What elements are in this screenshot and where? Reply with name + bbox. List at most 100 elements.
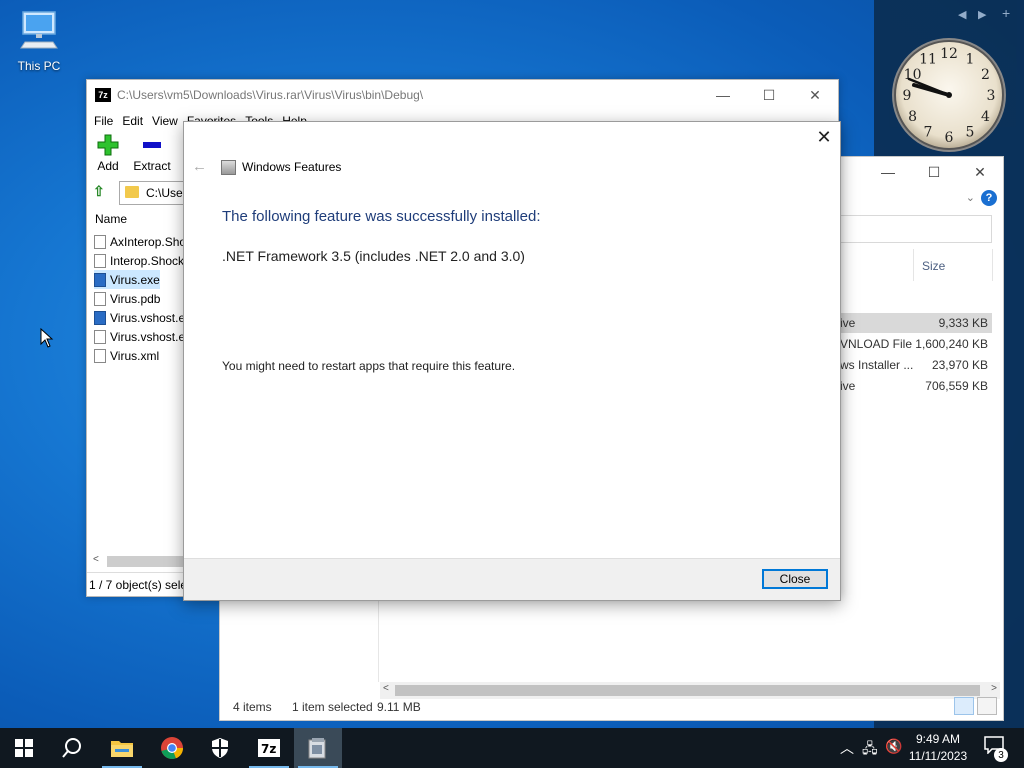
scroll-right-icon[interactable]: > xyxy=(991,683,997,694)
list-item[interactable]: ive 9,333 KB xyxy=(840,313,992,333)
file-name: Virus.vshost.e xyxy=(110,329,186,344)
item-size: 23,970 KB xyxy=(931,358,988,372)
list-item[interactable]: AxInterop.Shoc xyxy=(94,232,192,251)
add-button[interactable]: Add xyxy=(95,134,121,173)
search-input[interactable] xyxy=(840,215,992,243)
list-item[interactable]: VNLOAD File 1,600,240 KB xyxy=(840,334,992,354)
maximize-icon[interactable]: ☐ xyxy=(746,80,792,110)
taskbar-security[interactable] xyxy=(196,728,244,768)
computer-icon xyxy=(20,11,58,49)
details-view-icon[interactable] xyxy=(954,697,974,715)
minus-icon xyxy=(143,142,161,148)
list-item[interactable]: Interop.Shock xyxy=(94,251,184,270)
back-arrow-icon[interactable]: ← xyxy=(192,158,207,175)
extract-label: Extract xyxy=(133,159,171,173)
file-icon xyxy=(94,329,106,344)
scroll-left-icon[interactable]: < xyxy=(93,554,99,565)
clock-gadget[interactable]: 12 1234567891011 xyxy=(890,36,1008,154)
nav-pane-divider xyxy=(378,597,379,682)
clock-date: 11/11/2023 xyxy=(908,749,968,763)
list-item[interactable]: ws Installer ... 23,970 KB xyxy=(840,355,992,375)
extract-button[interactable]: Extract xyxy=(131,134,173,173)
sevenzip-icon: 7z xyxy=(258,739,280,757)
folder-icon xyxy=(111,741,133,757)
list-item[interactable]: Virus.vshost.e xyxy=(94,327,185,346)
plus-icon xyxy=(97,134,119,156)
clock-number: 3 xyxy=(987,88,996,104)
minimize-icon[interactable]: — xyxy=(700,80,746,110)
chevron-up-icon[interactable]: ︿ xyxy=(840,738,854,758)
item-type: ive xyxy=(840,316,856,330)
list-item[interactable]: Virus.vshost.e xyxy=(94,308,185,327)
windows-logo-icon xyxy=(15,739,33,757)
network-icon[interactable]: 🖧 xyxy=(862,738,878,762)
gadget-prev-icon[interactable]: ◀ xyxy=(958,8,966,21)
taskbar-clock[interactable]: 9:49 AM 11/11/2023 xyxy=(902,731,974,765)
list-item[interactable]: ive 706,559 KB xyxy=(840,376,992,396)
close-button[interactable]: Close xyxy=(762,569,828,589)
list-item[interactable]: Virus.exe xyxy=(94,270,160,289)
item-type: ive xyxy=(840,379,856,393)
close-icon[interactable]: ✕ xyxy=(814,126,834,148)
taskbar-chrome[interactable] xyxy=(148,728,196,768)
exe-file-icon xyxy=(94,310,106,325)
file-name: Interop.Shock xyxy=(110,253,185,268)
clock-number: 12 xyxy=(940,46,958,62)
start-button[interactable] xyxy=(0,728,48,768)
clock-number: 8 xyxy=(908,109,917,125)
taskbar: 7z ︿ 🖧 🔇 9:49 AM 11/11/2023 3 xyxy=(0,728,1024,768)
action-center-button[interactable]: 3 xyxy=(984,736,1008,762)
list-item[interactable]: Virus.pdb xyxy=(94,289,160,308)
item-size: 9,333 KB xyxy=(938,316,988,330)
restart-note: You might need to restart apps that requ… xyxy=(222,359,516,373)
taskbar-windows-features[interactable] xyxy=(294,728,342,768)
help-icon[interactable]: ? xyxy=(981,190,997,206)
clock-time: 9:49 AM xyxy=(915,732,961,746)
windows-features-icon xyxy=(221,160,236,175)
status-item-count: 4 items xyxy=(233,700,272,714)
exe-file-icon xyxy=(94,272,106,287)
close-icon[interactable]: ✕ xyxy=(957,157,1003,187)
file-icon xyxy=(94,291,106,306)
large-icons-view-icon[interactable] xyxy=(977,697,997,715)
menu-file[interactable]: File xyxy=(87,111,113,131)
column-header-name[interactable]: Name xyxy=(87,208,127,230)
installed-feature-name: .NET Framework 3.5 (includes .NET 2.0 an… xyxy=(222,248,525,264)
menu-edit[interactable]: Edit xyxy=(115,111,143,131)
svg-text:7z: 7z xyxy=(261,742,276,756)
desktop-icon-this-pc[interactable]: This PC xyxy=(10,8,68,73)
address-text: C:\User xyxy=(146,186,187,200)
maximize-icon[interactable]: ☐ xyxy=(911,157,957,187)
scroll-left-icon[interactable]: < xyxy=(383,683,389,694)
file-name: AxInterop.Shoc xyxy=(110,234,193,249)
menu-view[interactable]: View xyxy=(145,111,178,131)
search-button[interactable] xyxy=(48,728,96,768)
chevron-down-icon[interactable]: ⌄ xyxy=(966,191,975,204)
file-name: Virus.pdb xyxy=(110,291,161,306)
windows-features-dialog[interactable]: ✕ ← Windows Features The following featu… xyxy=(183,121,841,601)
dll-file-icon xyxy=(94,253,106,268)
item-size: 1,600,240 KB xyxy=(915,337,988,351)
window-title: C:\Users\vm5\Downloads\Virus.rar\Virus\V… xyxy=(117,88,424,102)
dialog-heading: The following feature was successfully i… xyxy=(222,208,541,225)
search-icon xyxy=(62,738,81,758)
list-item[interactable]: Virus.xml xyxy=(94,346,159,365)
status-bar: 4 items 1 item selected 9.11 MB xyxy=(220,694,1003,720)
taskbar-file-explorer[interactable] xyxy=(98,728,146,768)
gadget-next-icon[interactable]: ▶ xyxy=(978,8,986,21)
clock-number: 11 xyxy=(919,52,937,68)
mouse-cursor-icon xyxy=(40,328,54,348)
column-header-size[interactable]: Size xyxy=(913,249,993,281)
file-name: Virus.vshost.e xyxy=(110,310,186,325)
dialog-footer: Close xyxy=(184,558,840,600)
chrome-icon xyxy=(161,737,184,760)
volume-muted-icon[interactable]: 🔇 xyxy=(885,738,902,755)
gadget-add-icon[interactable]: + xyxy=(1002,5,1010,21)
xml-file-icon xyxy=(94,348,106,363)
shield-icon xyxy=(212,738,228,758)
taskbar-7zip[interactable]: 7z xyxy=(245,728,293,768)
close-icon[interactable]: ✕ xyxy=(792,80,838,110)
folder-icon xyxy=(125,186,139,198)
minimize-icon[interactable]: — xyxy=(865,157,911,187)
up-folder-icon[interactable]: ⇧ xyxy=(93,183,105,200)
